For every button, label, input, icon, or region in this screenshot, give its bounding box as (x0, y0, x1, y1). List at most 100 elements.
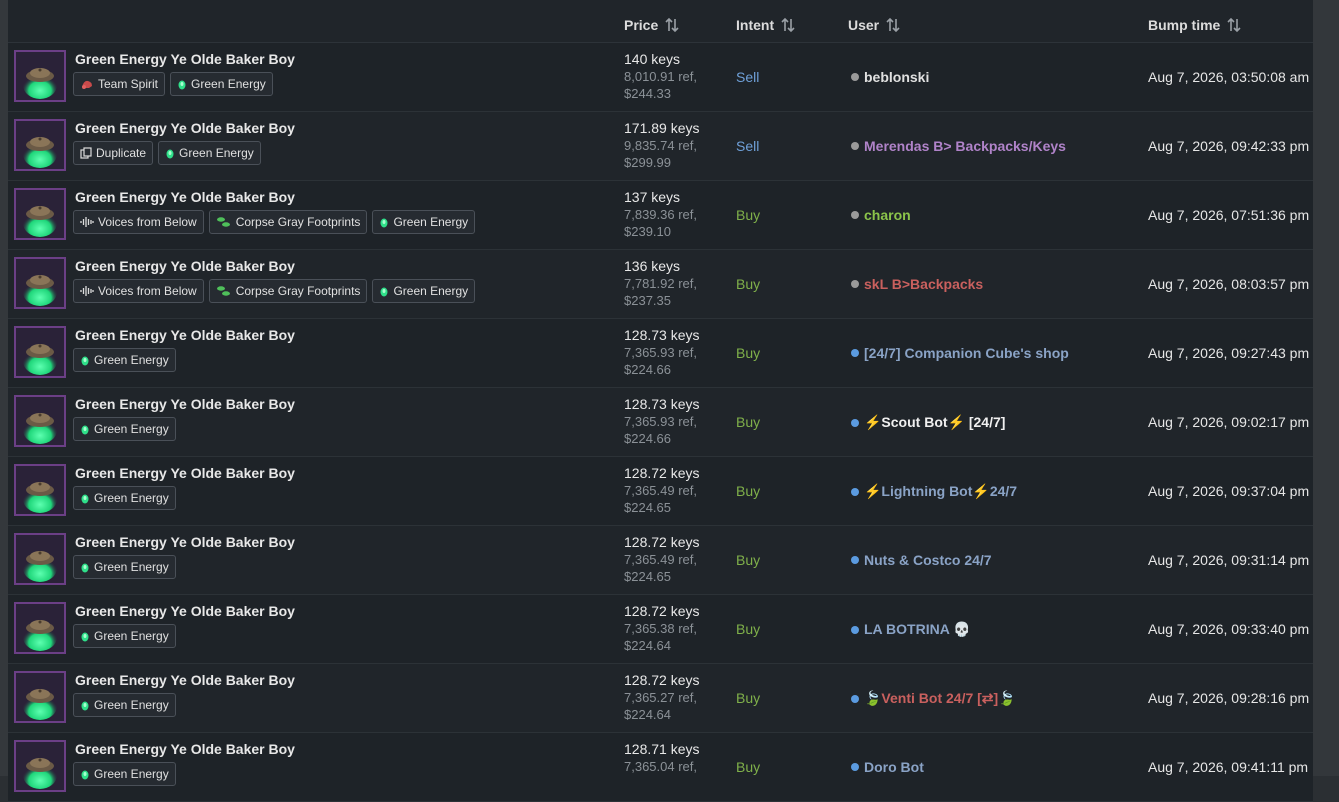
green-energy-icon (177, 78, 187, 90)
item-image[interactable] (14, 50, 66, 102)
user-column-header[interactable]: User (848, 17, 901, 33)
attribute-badge[interactable]: Green Energy (73, 348, 176, 372)
attribute-badge[interactable]: Green Energy (372, 279, 476, 303)
intent-column-header[interactable]: Intent (736, 17, 796, 33)
attribute-badge[interactable]: Green Energy (73, 555, 176, 579)
item-name[interactable]: Green Energy Ye Olde Baker Boy (75, 120, 295, 136)
user-cell[interactable]: skL B>Backpacks (851, 276, 983, 292)
voices-from-below-icon (80, 285, 94, 297)
item-name[interactable]: Green Energy Ye Olde Baker Boy (75, 672, 295, 688)
user-name[interactable]: 🍃Venti Bot 24/7 [⇄]🍃 (864, 690, 1016, 707)
item-name[interactable]: Green Energy Ye Olde Baker Boy (75, 258, 295, 274)
user-name[interactable]: Merendas B> Backpacks/Keys (864, 138, 1066, 154)
bump-time-column-header[interactable]: Bump time (1148, 17, 1242, 33)
price-keys: 128.73 keys (624, 396, 700, 412)
user-cell[interactable]: ⚡Scout Bot⚡ [24/7] (851, 414, 1005, 431)
user-cell[interactable]: beblonski (851, 69, 929, 85)
item-name[interactable]: Green Energy Ye Olde Baker Boy (75, 465, 295, 481)
item-attributes: Green Energy (73, 348, 176, 372)
table-row[interactable]: Green Energy Ye Olde Baker Boy Green Ene… (8, 664, 1313, 733)
table-row[interactable]: Green Energy Ye Olde Baker Boy Green Ene… (8, 388, 1313, 457)
item-name[interactable]: Green Energy Ye Olde Baker Boy (75, 603, 295, 619)
price-usd: $224.66 (624, 431, 671, 446)
user-name[interactable]: Doro Bot (864, 759, 924, 775)
user-name[interactable]: ⚡Lightning Bot⚡24/7 (864, 483, 1017, 500)
user-name[interactable]: [24/7] Companion Cube's shop (864, 345, 1069, 361)
table-row[interactable]: Green Energy Ye Olde Baker Boy Team Spir… (8, 43, 1313, 112)
item-image[interactable] (14, 395, 66, 447)
status-dot (851, 280, 859, 288)
price-ref: 7,365.04 ref, (624, 759, 697, 774)
item-attributes: Green Energy (73, 555, 176, 579)
table-row[interactable]: Green Energy Ye Olde Baker Boy Green Ene… (8, 526, 1313, 595)
item-attributes: Duplicate Green Energy (73, 141, 261, 165)
price-ref: 7,839.36 ref, (624, 207, 697, 222)
table-row[interactable]: Green Energy Ye Olde Baker Boy Duplicate… (8, 112, 1313, 181)
attribute-label: Green Energy (94, 422, 169, 436)
price-ref: 8,010.91 ref, (624, 69, 697, 84)
table-row[interactable]: Green Energy Ye Olde Baker Boy Green Ene… (8, 457, 1313, 526)
item-image[interactable] (14, 533, 66, 585)
user-cell[interactable]: Merendas B> Backpacks/Keys (851, 138, 1066, 154)
user-cell[interactable]: LA BOTRINA 💀 (851, 621, 971, 638)
attribute-badge[interactable]: Green Energy (170, 72, 273, 96)
user-name[interactable]: skL B>Backpacks (864, 276, 983, 292)
attribute-badge[interactable]: Green Energy (158, 141, 261, 165)
price-cell: 128.73 keys 7,365.93 ref, $224.66 (624, 327, 700, 378)
user-cell[interactable]: charon (851, 207, 911, 223)
price-cell: 128.72 keys 7,365.49 ref, $224.65 (624, 534, 700, 585)
user-cell[interactable]: 🍃Venti Bot 24/7 [⇄]🍃 (851, 690, 1016, 707)
user-cell[interactable]: Doro Bot (851, 759, 924, 775)
attribute-label: Green Energy (393, 215, 469, 229)
item-name[interactable]: Green Energy Ye Olde Baker Boy (75, 51, 295, 67)
user-name[interactable]: Nuts & Costco 24/7 (864, 552, 992, 568)
user-cell[interactable]: Nuts & Costco 24/7 (851, 552, 992, 568)
item-image[interactable] (14, 740, 66, 792)
price-keys: 136 keys (624, 258, 681, 274)
attribute-badge[interactable]: Green Energy (73, 624, 176, 648)
user-name[interactable]: ⚡Scout Bot⚡ [24/7] (864, 414, 1005, 431)
item-image[interactable] (14, 671, 66, 723)
attribute-badge[interactable]: Corpse Gray Footprints (208, 210, 368, 234)
attribute-badge[interactable]: Voices from Below (73, 210, 204, 234)
attribute-badge[interactable]: Green Energy (73, 486, 176, 510)
table-row[interactable]: Green Energy Ye Olde Baker Boy Green Ene… (8, 733, 1313, 802)
item-image[interactable] (14, 602, 66, 654)
item-image[interactable] (14, 188, 66, 240)
attribute-badge[interactable]: Voices from Below (73, 279, 204, 303)
item-name[interactable]: Green Energy Ye Olde Baker Boy (75, 534, 295, 550)
status-dot (851, 142, 859, 150)
baker-boy-hat-icon (23, 758, 57, 789)
item-image[interactable] (14, 464, 66, 516)
table-row[interactable]: Green Energy Ye Olde Baker Boy Voices fr… (8, 250, 1313, 319)
intent-label: Buy (736, 414, 761, 430)
item-image[interactable] (14, 326, 66, 378)
attribute-badge[interactable]: Green Energy (73, 762, 176, 786)
green-energy-icon (379, 285, 389, 297)
user-name[interactable]: LA BOTRINA 💀 (864, 621, 971, 638)
table-row[interactable]: Green Energy Ye Olde Baker Boy Green Ene… (8, 595, 1313, 664)
user-name[interactable]: charon (864, 207, 911, 223)
item-name[interactable]: Green Energy Ye Olde Baker Boy (75, 189, 295, 205)
item-image[interactable] (14, 257, 66, 309)
attribute-badge[interactable]: Corpse Gray Footprints (208, 279, 368, 303)
price-column-header[interactable]: Price (624, 17, 680, 33)
user-cell[interactable]: ⚡Lightning Bot⚡24/7 (851, 483, 1017, 500)
item-name[interactable]: Green Energy Ye Olde Baker Boy (75, 396, 295, 412)
user-name[interactable]: beblonski (864, 69, 929, 85)
attribute-badge[interactable]: Green Energy (73, 417, 176, 441)
attribute-badge[interactable]: Green Energy (73, 693, 176, 717)
user-cell[interactable]: [24/7] Companion Cube's shop (851, 345, 1069, 361)
table-row[interactable]: Green Energy Ye Olde Baker Boy Voices fr… (8, 181, 1313, 250)
item-name[interactable]: Green Energy Ye Olde Baker Boy (75, 741, 295, 757)
item-name[interactable]: Green Energy Ye Olde Baker Boy (75, 327, 295, 343)
baker-boy-hat-icon (23, 482, 57, 513)
attribute-badge[interactable]: Green Energy (372, 210, 476, 234)
item-image[interactable] (14, 119, 66, 171)
attribute-badge[interactable]: Duplicate (73, 141, 154, 165)
attribute-badge[interactable]: Team Spirit (73, 72, 166, 96)
green-energy-icon (80, 768, 90, 780)
bump-time: Aug 7, 2026, 09:42:33 pm (1148, 138, 1310, 154)
table-row[interactable]: Green Energy Ye Olde Baker Boy Green Ene… (8, 319, 1313, 388)
bump-time: Aug 7, 2026, 09:27:43 pm (1148, 345, 1310, 361)
